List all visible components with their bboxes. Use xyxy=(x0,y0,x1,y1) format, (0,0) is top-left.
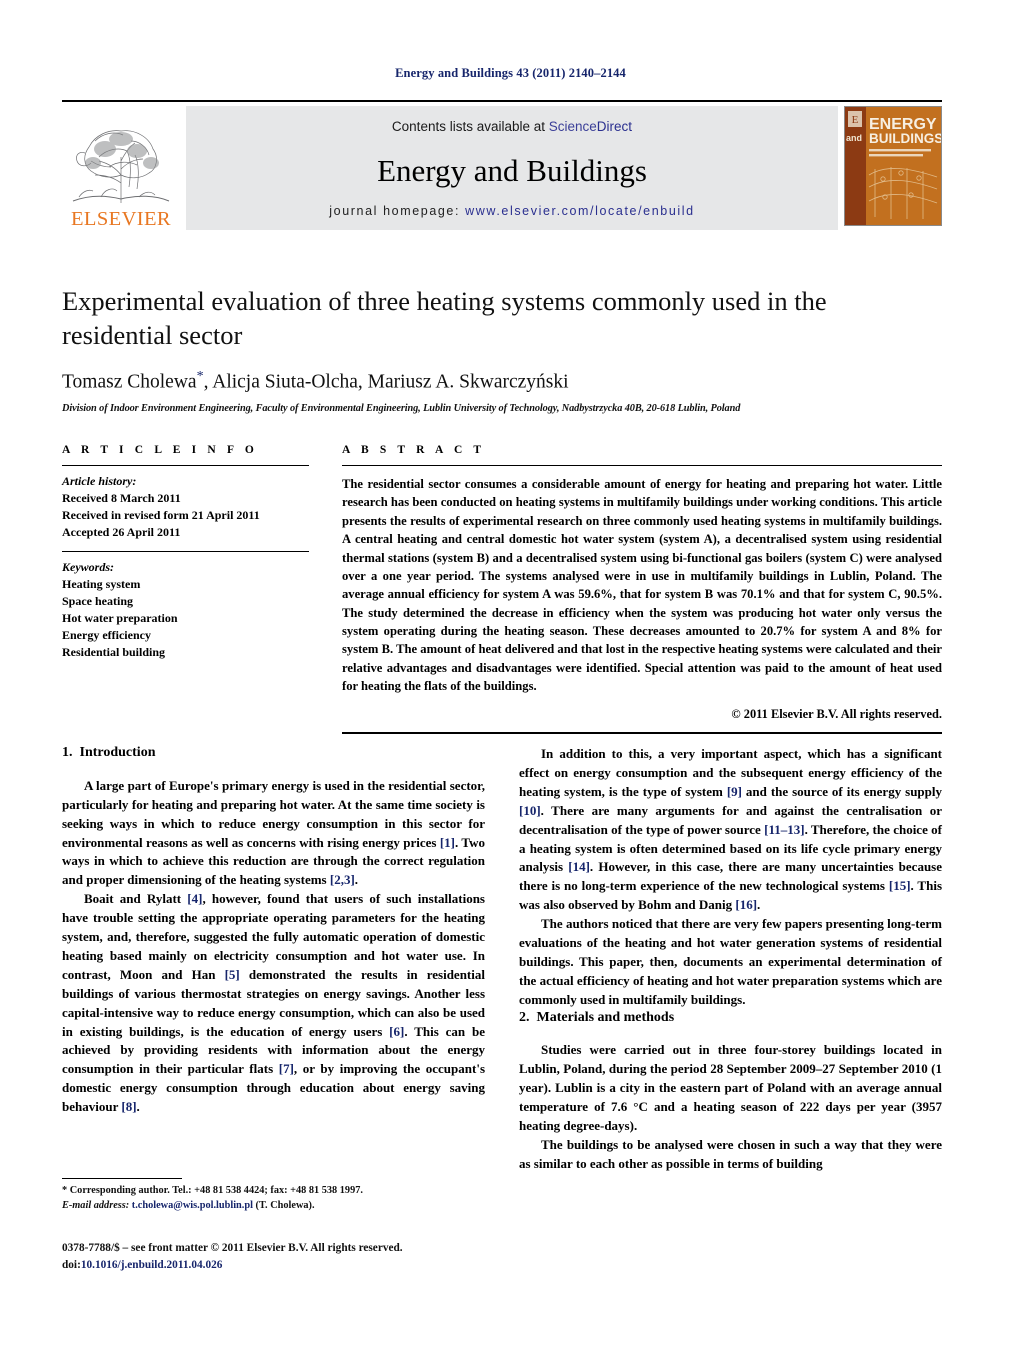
title-block: Experimental evaluation of three heating… xyxy=(62,285,942,414)
article-info-rule xyxy=(62,465,309,466)
email-address-link[interactable]: t.cholewa@wis.pol.lublin.pl xyxy=(129,1200,253,1211)
text-run: Boait and Rylatt xyxy=(84,891,188,907)
keyword-item: Residential building xyxy=(62,645,166,660)
contents-lists-line: Contents lists available at ScienceDirec… xyxy=(392,119,632,134)
paper-title: Experimental evaluation of three heating… xyxy=(62,286,827,350)
section-title: Materials and methods xyxy=(536,1009,675,1025)
abstract-text: The residential sector consumes a consid… xyxy=(342,477,942,694)
email-address-label: E-mail address: xyxy=(62,1199,130,1211)
citation-ref[interactable]: [6] xyxy=(389,1024,404,1039)
text-run: and the source of its energy supply xyxy=(741,783,943,799)
doi-line: doi:10.1016/j.enbuild.2011.04.026 xyxy=(62,1257,582,1274)
paragraph: The buildings to be analysed were chosen… xyxy=(519,1137,942,1171)
paragraph: In addition to this, a very important as… xyxy=(519,745,942,915)
citation-ref[interactable]: [4] xyxy=(187,891,202,906)
footnote-corresponding-line: Corresponding author. Tel.: +48 81 538 4… xyxy=(67,1185,363,1196)
sciencedirect-science: Science xyxy=(548,119,597,134)
paragraph: A large part of Europe's primary energy … xyxy=(62,777,485,890)
elsevier-tree-icon xyxy=(65,116,177,209)
sciencedirect-link[interactable]: ScienceDirect xyxy=(549,119,632,134)
email-owner: (T. Cholewa). xyxy=(252,1199,315,1211)
masthead-center-band: Contents lists available at ScienceDirec… xyxy=(186,106,838,230)
citation-ref[interactable]: [7] xyxy=(279,1061,294,1076)
doi-link[interactable]: 10.1016/j.enbuild.2011.04.026 xyxy=(81,1259,223,1271)
body-columns: 1. Introduction A large part of Europe's … xyxy=(62,745,942,1174)
history-received: Received 8 March 2011 xyxy=(62,491,181,506)
citation-ref[interactable]: [2,3] xyxy=(330,872,355,887)
article-history-group: Article history: Received 8 March 2011 R… xyxy=(62,473,309,541)
running-head: Energy and Buildings 43 (2011) 2140–2144 xyxy=(395,66,626,80)
text-run: . xyxy=(757,897,761,913)
article-info-column: A R T I C L E I N F O Article history: R… xyxy=(62,444,309,734)
keyword-item: Energy efficiency xyxy=(62,628,151,643)
section-title: Introduction xyxy=(79,745,156,760)
article-info-heading: A R T I C L E I N F O xyxy=(62,444,258,456)
journal-cover-thumbnail: E and ENERGY BUILDINGS xyxy=(844,106,942,226)
abstract-rule xyxy=(342,465,942,466)
affiliation: Division of Indoor Environment Engineeri… xyxy=(62,403,741,415)
paper-page: Energy and Buildings 43 (2011) 2140–2144 xyxy=(0,0,1021,1351)
keywords-label: Keywords: xyxy=(62,560,114,575)
body-column-left: 1. Introduction A large part of Europe's … xyxy=(62,745,485,1174)
abstract-heading: A B S T R A C T xyxy=(342,444,486,456)
homepage-label: journal homepage: xyxy=(329,204,466,218)
section-heading-introduction: 1. Introduction xyxy=(62,745,485,762)
citation-ref[interactable]: [9] xyxy=(727,784,742,799)
footnote-text: * Corresponding author. Tel.: +48 81 538… xyxy=(62,1184,485,1214)
elsevier-logo: ELSEVIER xyxy=(62,106,180,230)
journal-homepage-line: journal homepage: www.elsevier.com/locat… xyxy=(329,204,694,218)
citation-ref[interactable]: [10] xyxy=(519,803,541,818)
svg-text:and: and xyxy=(846,133,862,143)
section-number: 2. xyxy=(519,1009,530,1025)
keyword-item: Space heating xyxy=(62,594,134,609)
text-run: . xyxy=(354,872,359,888)
journal-masthead: ELSEVIER Contents lists available at Sci… xyxy=(62,100,942,232)
paragraph: The authors noticed that there are very … xyxy=(519,916,942,1007)
citation-ref[interactable]: [14] xyxy=(568,859,590,874)
paragraph: Studies were carried out in three four-s… xyxy=(519,1042,942,1134)
body-column-right: In addition to this, a very important as… xyxy=(519,745,942,1174)
paragraph: Boait and Rylatt [4], however, found tha… xyxy=(62,890,485,1117)
keyword-item: Hot water preparation xyxy=(62,611,178,626)
footnote-rule xyxy=(62,1178,182,1179)
history-revised: Received in revised form 21 April 2011 xyxy=(62,508,260,523)
info-abstract-region: A R T I C L E I N F O Article history: R… xyxy=(62,444,942,734)
citation-ref[interactable]: [16] xyxy=(735,897,757,912)
colophon: 0378-7788/$ – see front matter © 2011 El… xyxy=(62,1240,582,1274)
citation-ref[interactable]: [1] xyxy=(440,835,455,850)
abstract-column: A B S T R A C T The residential sector c… xyxy=(342,444,942,734)
text-run: . xyxy=(136,1099,140,1115)
citation-ref[interactable]: [8] xyxy=(121,1099,136,1114)
doi-label: doi: xyxy=(62,1258,81,1271)
author-others: , Alicja Siuta-Olcha, Mariusz A. Skwarcz… xyxy=(203,371,569,393)
svg-text:E: E xyxy=(852,114,859,126)
corresponding-author-footnote: * Corresponding author. Tel.: +48 81 538… xyxy=(62,1178,485,1214)
keyword-item: Heating system xyxy=(62,577,141,592)
elsevier-wordmark: ELSEVIER xyxy=(71,207,171,230)
sciencedirect-direct: Direct xyxy=(596,119,633,134)
svg-text:BUILDINGS: BUILDINGS xyxy=(869,131,941,146)
article-history-label: Article history: xyxy=(62,474,137,488)
citation-ref[interactable]: [15] xyxy=(889,878,911,893)
keywords-group: Keywords: Heating system Space heating H… xyxy=(62,559,309,661)
section-number: 1. xyxy=(62,745,73,760)
abstract-bottom-rule xyxy=(342,731,942,734)
author-list: Tomasz Cholewa*, Alicja Siuta-Olcha, Mar… xyxy=(62,369,942,394)
contents-prefix: Contents lists available at xyxy=(391,119,549,134)
keywords-rule xyxy=(62,551,309,553)
citation-ref[interactable]: [11–13] xyxy=(764,822,804,837)
section-heading-materials-and-methods: 2. Materials and methods xyxy=(519,1010,942,1027)
homepage-url-link[interactable]: www.elsevier.com/locate/enbuild xyxy=(465,204,695,218)
author-primary: Tomasz Cholewa xyxy=(62,371,197,393)
abstract-copyright: © 2011 Elsevier B.V. All rights reserved… xyxy=(731,706,942,721)
citation-ref[interactable]: [5] xyxy=(225,967,240,982)
text-run: A large part of Europe's primary energy … xyxy=(62,777,485,850)
history-accepted: Accepted 26 April 2011 xyxy=(62,525,181,540)
issn-front-matter-line: 0378-7788/$ – see front matter © 2011 El… xyxy=(62,1242,403,1254)
corresponding-author-marker: * xyxy=(196,368,204,384)
journal-title: Energy and Buildings xyxy=(377,152,647,188)
